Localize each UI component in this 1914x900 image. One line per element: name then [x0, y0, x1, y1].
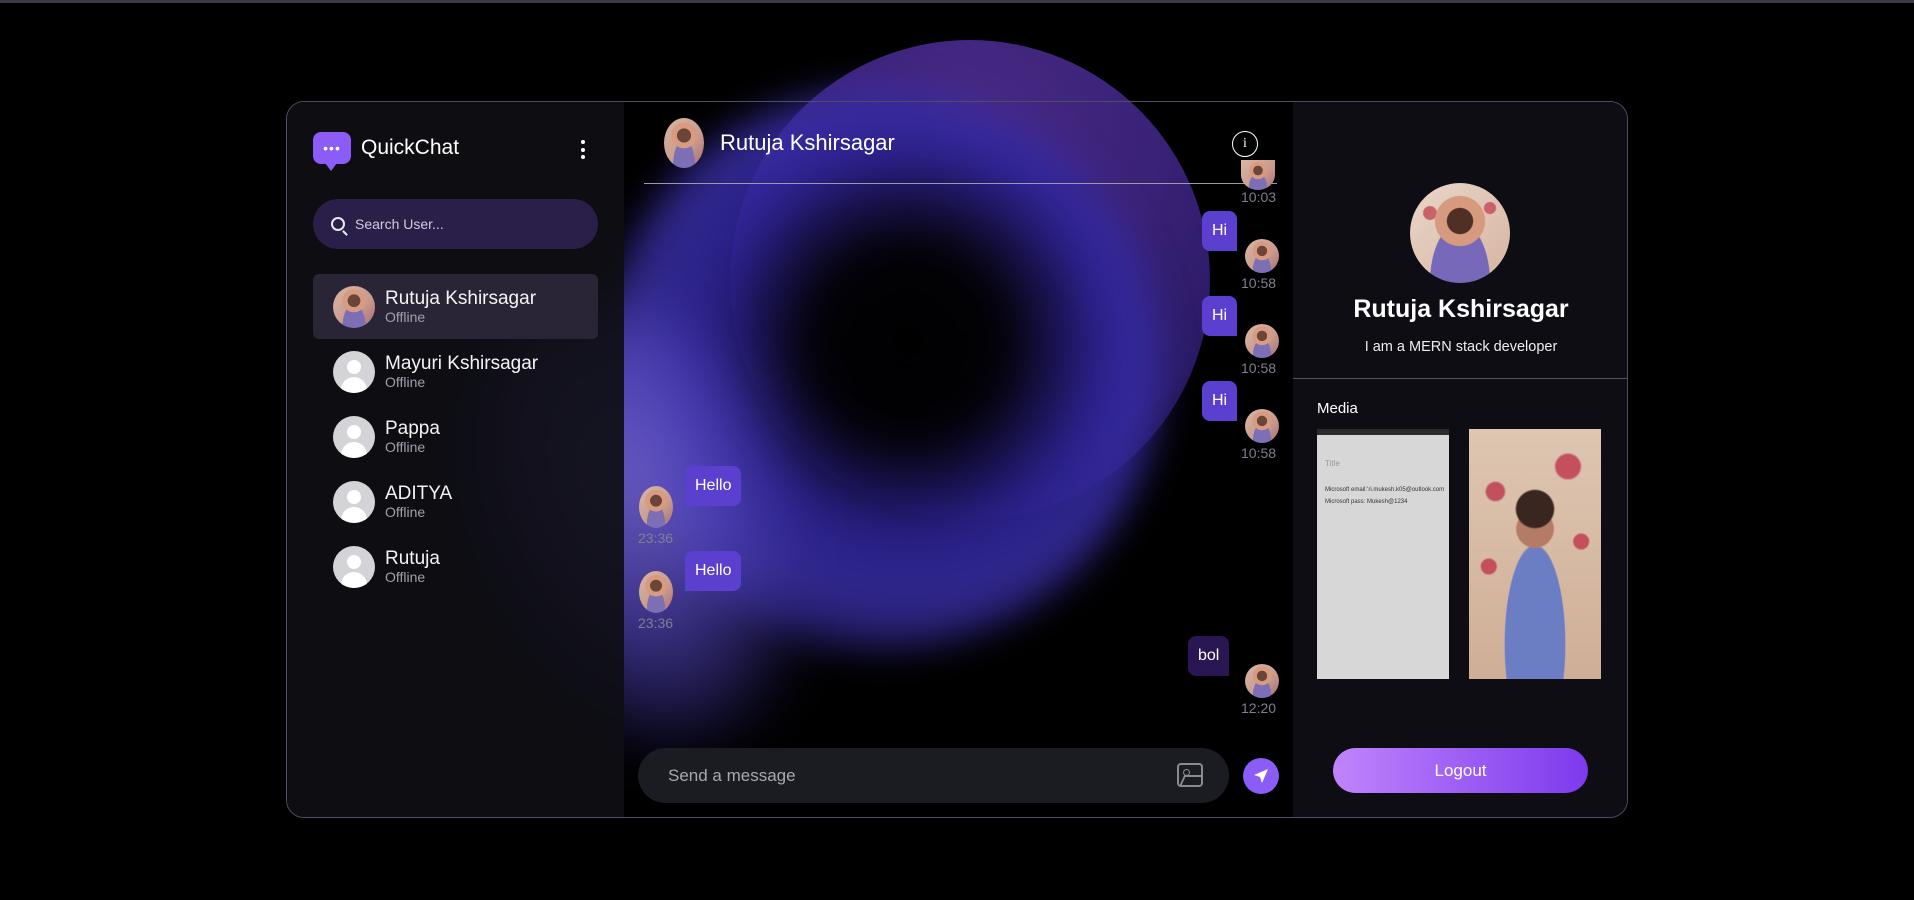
user-item-rutuja-kshirsagar[interactable]: Rutuja Kshirsagar Offline	[313, 274, 598, 339]
message-bubble: Hello	[685, 466, 742, 506]
chat-panel: Rutuja Kshirsagar i 10:03 Hi 10:58 Hi 10…	[624, 102, 1293, 817]
avatar	[1241, 160, 1275, 190]
user-item-pappa[interactable]: Pappa Offline	[313, 404, 598, 469]
message-time: 10:58	[1241, 275, 1277, 291]
user-name: Pappa	[385, 417, 440, 439]
message-list: 10:03 Hi 10:58 Hi 10:58 Hi 10:58 Hello 2…	[624, 160, 1293, 724]
message-composer	[638, 748, 1229, 803]
avatar	[1245, 239, 1279, 273]
message-in: Hello	[685, 551, 742, 591]
media-text: Microsoft email:’ri.mukesh.k05@outlook.c…	[1325, 487, 1445, 493]
app-window: ••• QuickChat Rutuja Kshirsagar Offline …	[286, 101, 1628, 818]
brand: ••• QuickChat	[313, 132, 460, 171]
avatar	[1245, 324, 1279, 358]
user-name: ADITYA	[385, 482, 453, 504]
message-bubble: Hi	[1202, 296, 1238, 336]
default-avatar-icon	[333, 350, 375, 393]
message-bubble: Hi	[1202, 381, 1238, 421]
profile-name: Rutuja Kshirsagar	[1353, 295, 1569, 323]
message-time: 10:03	[1241, 189, 1277, 205]
send-button[interactable]	[1243, 758, 1279, 794]
avatar	[639, 571, 673, 613]
message-time: 23:36	[638, 530, 674, 546]
message-bubble: Hello	[685, 551, 742, 591]
avatar	[1245, 664, 1279, 698]
media-label: Media	[1317, 400, 1358, 417]
chat-avatar[interactable]	[664, 117, 704, 168]
user-item-aditya[interactable]: ADITYA Offline	[313, 469, 598, 534]
chat-header: Rutuja Kshirsagar i	[644, 102, 1277, 184]
message-in: Hello	[685, 466, 742, 506]
message-out: Hi	[1202, 381, 1238, 421]
message-bubble: bol	[1188, 636, 1230, 676]
profile-panel: Rutuja Kshirsagar I am a MERN stack deve…	[1293, 102, 1627, 817]
app-name: QuickChat	[361, 136, 460, 159]
user-status: Offline	[385, 568, 426, 585]
phone-statusbar	[1317, 429, 1449, 435]
search-icon	[331, 217, 345, 231]
search-bar	[313, 199, 598, 249]
user-name: Rutuja Kshirsagar	[385, 287, 537, 309]
message-bubble: Hi	[1202, 211, 1238, 251]
avatar	[333, 285, 375, 328]
message-out: bol	[1188, 636, 1230, 676]
default-avatar-icon	[333, 545, 375, 588]
media-text: Microsoft pass: Mukesh@1234	[1325, 499, 1408, 505]
avatar	[1245, 409, 1279, 443]
user-status: Offline	[385, 503, 426, 520]
info-icon[interactable]: i	[1232, 131, 1258, 157]
chat-logo-icon: •••	[313, 132, 351, 171]
chat-title: Rutuja Kshirsagar	[720, 129, 895, 155]
message-time: 23:36	[638, 615, 674, 631]
user-item-rutuja[interactable]: Rutuja Offline	[313, 534, 598, 599]
avatar	[639, 486, 673, 528]
user-item-mayuri-kshirsagar[interactable]: Mayuri Kshirsagar Offline	[313, 339, 598, 404]
user-name: Mayuri Kshirsagar	[385, 352, 539, 374]
sidebar: ••• QuickChat Rutuja Kshirsagar Offline …	[287, 102, 624, 817]
media-thumbnail-photo[interactable]	[1469, 429, 1601, 679]
media-thumbnail-note[interactable]: Title Microsoft email:’ri.mukesh.k05@out…	[1317, 429, 1449, 679]
user-status: Offline	[385, 438, 426, 455]
user-name: Rutuja	[385, 547, 440, 569]
message-time: 10:58	[1241, 360, 1277, 376]
message-out: Hi	[1202, 211, 1238, 251]
message-out: Hi	[1202, 296, 1238, 336]
message-time: 10:58	[1241, 445, 1277, 461]
user-status: Offline	[385, 373, 426, 390]
send-icon	[1254, 769, 1268, 783]
default-avatar-icon	[333, 480, 375, 523]
message-input[interactable]	[668, 765, 1148, 786]
window-top-border	[0, 0, 1914, 3]
default-avatar-icon	[333, 415, 375, 458]
more-menu-icon[interactable]	[580, 140, 586, 159]
image-upload-icon[interactable]	[1177, 763, 1203, 787]
profile-avatar	[1410, 183, 1510, 283]
media-text: Title	[1325, 459, 1340, 468]
logout-button[interactable]: Logout	[1333, 748, 1588, 793]
message-time: 12:20	[1241, 700, 1277, 716]
divider	[1293, 378, 1627, 379]
profile-bio: I am a MERN stack developer	[1364, 339, 1558, 355]
user-list: Rutuja Kshirsagar Offline Mayuri Kshirsa…	[313, 274, 598, 599]
search-input[interactable]	[355, 216, 575, 232]
user-status: Offline	[385, 308, 426, 325]
